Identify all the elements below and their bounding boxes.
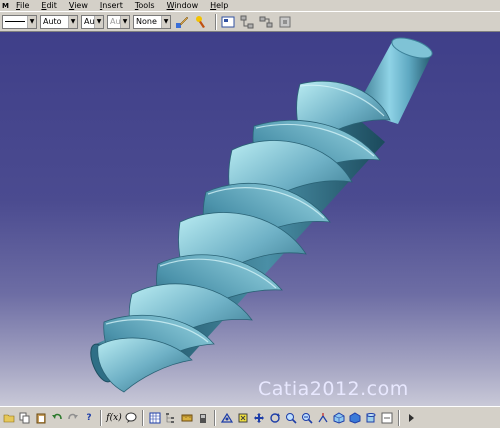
3d-viewport[interactable]: Catia2012.com (0, 32, 500, 406)
paint-brush-icon[interactable] (174, 14, 190, 30)
formula-icon[interactable]: f(x) (106, 411, 122, 425)
toolbar-separator (214, 409, 216, 426)
pan-icon[interactable] (252, 411, 266, 425)
chevron-down-icon: ▼ (120, 15, 129, 28)
toolbar-separator (398, 409, 400, 426)
format-painter-icon[interactable] (193, 14, 209, 30)
rotate-icon[interactable] (268, 411, 282, 425)
knowledge-icon[interactable] (124, 411, 138, 425)
parent-children-icon[interactable] (239, 14, 255, 30)
thickness-combo[interactable]: Aut ▼ (81, 14, 104, 29)
component-icon[interactable] (277, 14, 293, 30)
color-value: Auto (43, 17, 62, 26)
menu-insert[interactable]: Insert (100, 1, 123, 11)
chevron-down-icon[interactable]: ▼ (68, 15, 77, 28)
paste-icon[interactable] (34, 411, 48, 425)
watermark-text: Catia2012.com (258, 378, 409, 400)
mode-value: None (136, 17, 157, 26)
undo-icon[interactable] (50, 411, 64, 425)
copy-icon[interactable] (18, 411, 32, 425)
folder-open-icon[interactable] (2, 411, 16, 425)
menu-window[interactable]: Window (167, 1, 199, 11)
fly-icon[interactable] (220, 411, 234, 425)
menu-file[interactable]: File (16, 1, 29, 11)
fit-all-icon[interactable] (236, 411, 250, 425)
graphic-properties-toolbar: ▼ Auto ▼ Aut ▼ Aut ▼ None ▼ (0, 11, 500, 32)
inertia-icon[interactable] (196, 411, 210, 425)
table-icon[interactable] (148, 411, 162, 425)
app-menu-icon[interactable]: M (1, 1, 10, 10)
menu-tools[interactable]: Tools (135, 1, 155, 11)
toolbar-separator (100, 409, 102, 426)
snapshot-icon[interactable] (220, 14, 236, 30)
screw-rotor-model[interactable] (0, 32, 500, 406)
hide-show-icon[interactable] (364, 411, 378, 425)
measure-icon[interactable] (180, 411, 194, 425)
color-combo[interactable]: Auto ▼ (40, 14, 78, 29)
thickness-value: Aut (84, 17, 94, 26)
chevron-down-icon[interactable]: ▼ (27, 15, 36, 28)
line-type-sample (5, 21, 25, 22)
swap-visible-icon[interactable] (380, 411, 394, 425)
tree-icon[interactable] (164, 411, 178, 425)
layer-value: Aut (110, 17, 120, 26)
menu-bar: M File Edit View Insert Tools Window Hel… (0, 0, 500, 11)
redo-icon[interactable] (66, 411, 80, 425)
links-icon[interactable] (258, 14, 274, 30)
line-type-combo[interactable]: ▼ (2, 14, 37, 29)
zoom-out-icon[interactable] (300, 411, 314, 425)
menu-help[interactable]: Help (210, 1, 228, 11)
help-icon[interactable]: ? (82, 411, 96, 425)
catia-window: M File Edit View Insert Tools Window Hel… (0, 0, 500, 428)
toolbar-separator (142, 409, 144, 426)
shading-icon[interactable] (348, 411, 362, 425)
isometric-view-icon[interactable] (332, 411, 346, 425)
toolbar-separator (215, 13, 217, 30)
zoom-in-icon[interactable] (284, 411, 298, 425)
normal-view-icon[interactable] (316, 411, 330, 425)
chevron-down-icon[interactable]: ▼ (94, 15, 103, 28)
menu-view[interactable]: View (69, 1, 88, 11)
scroll-right-icon[interactable] (404, 411, 418, 425)
standard-toolbar: ? f(x) (0, 406, 500, 428)
chevron-down-icon[interactable]: ▼ (161, 15, 170, 28)
layer-combo: Aut ▼ (107, 14, 130, 29)
menu-edit[interactable]: Edit (41, 1, 57, 11)
mode-combo[interactable]: None ▼ (133, 14, 171, 29)
